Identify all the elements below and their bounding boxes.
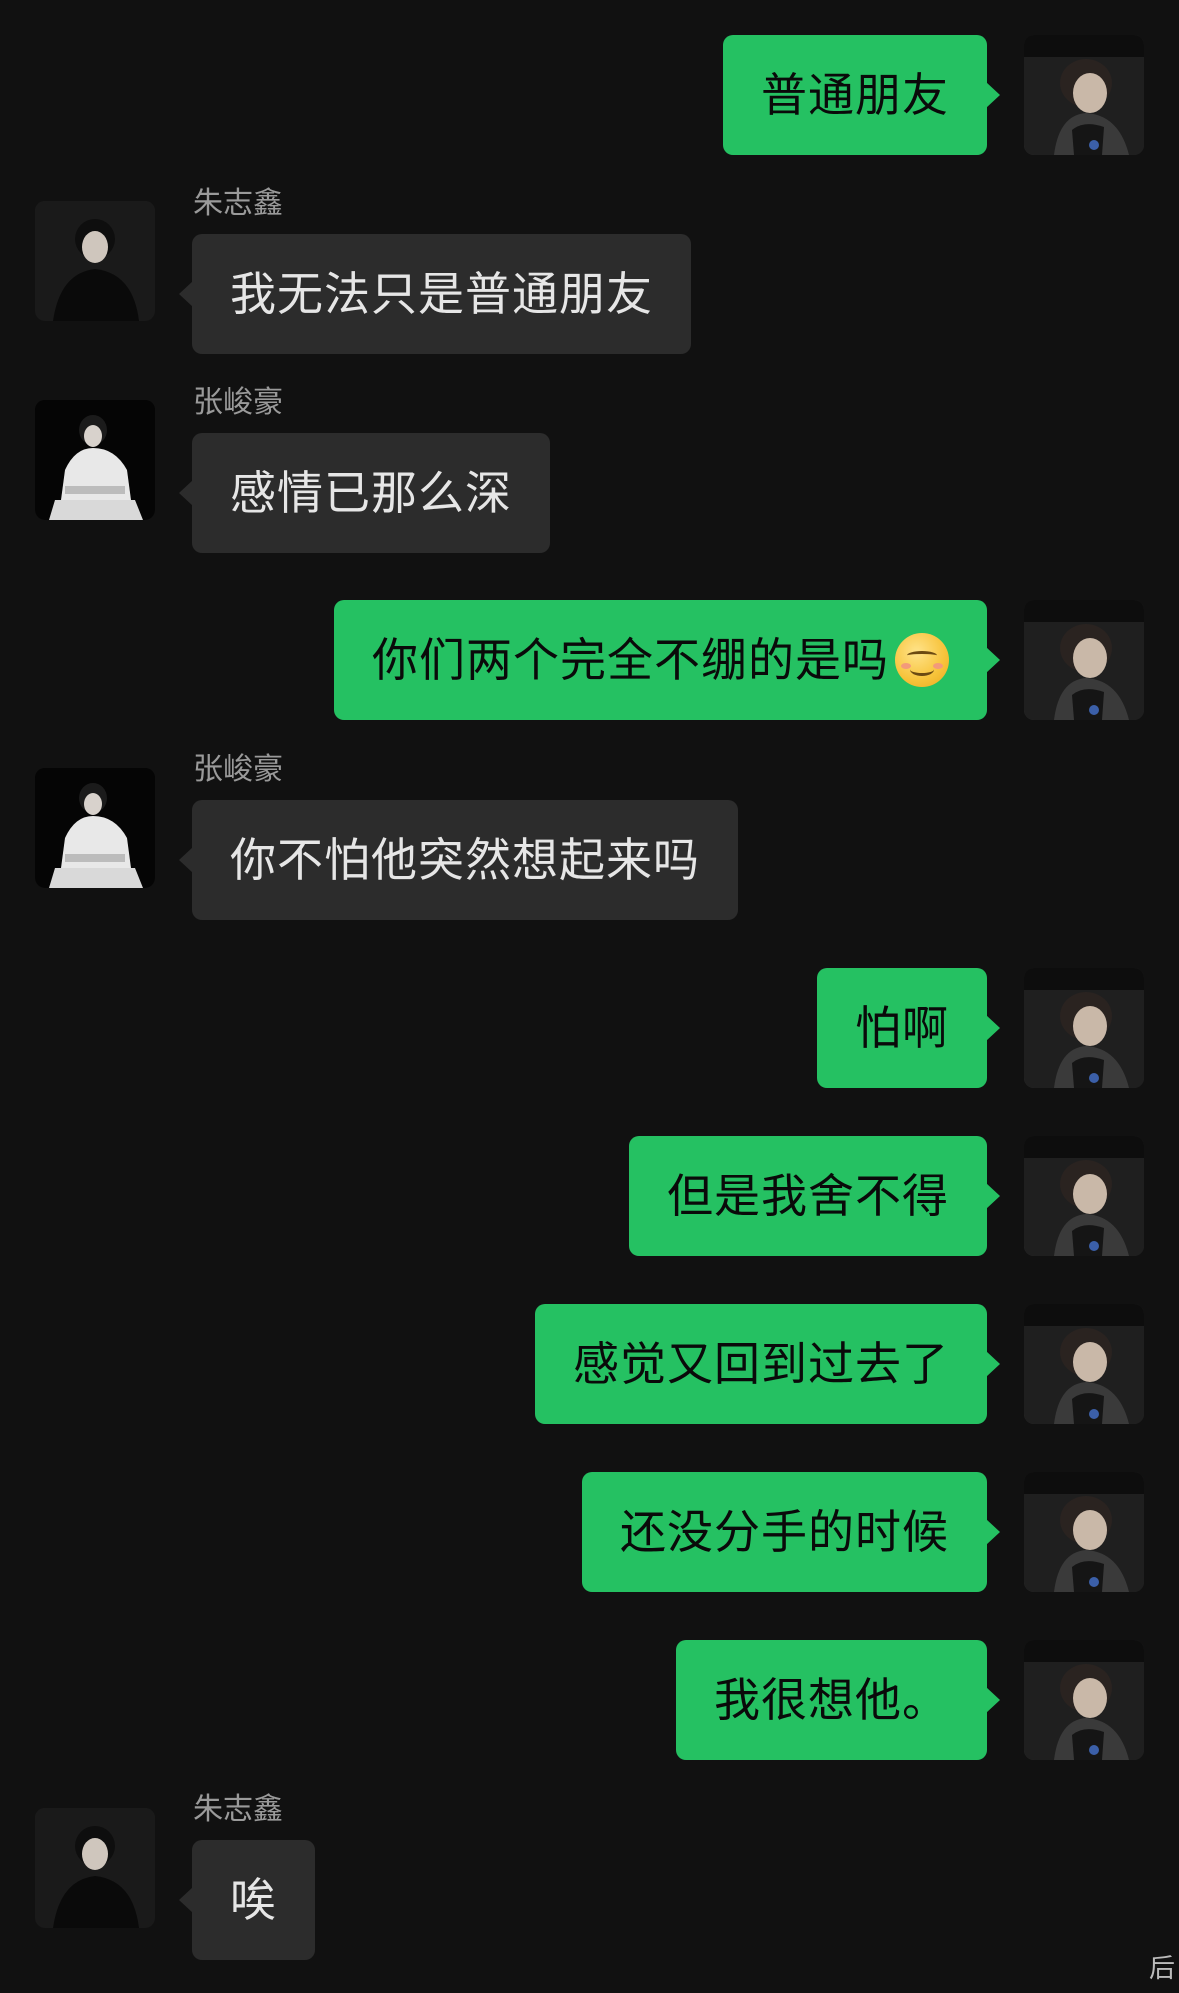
- sender-name: 张峻豪: [193, 385, 283, 420]
- contact-avatar-zhu[interactable]: [35, 1808, 155, 1928]
- avatar-boy-dark-jacket-icon: [1024, 1640, 1144, 1760]
- message-bubble-sent[interactable]: 但是我舍不得: [629, 1136, 1000, 1256]
- message-text: 普通朋友: [761, 68, 949, 122]
- message-bubble-received[interactable]: 你不怕他突然想起来吗: [179, 800, 738, 920]
- sender-name: 朱志鑫: [193, 186, 283, 221]
- message-text: 感情已那么深: [230, 466, 512, 520]
- message-text: 唉: [230, 1873, 277, 1927]
- contact-avatar-zhu[interactable]: [35, 201, 155, 321]
- message-text: 我很想他。: [714, 1673, 949, 1727]
- message-bubble-sent[interactable]: 我很想他。: [676, 1640, 1000, 1760]
- message-bubble-received[interactable]: 我无法只是普通朋友: [179, 234, 691, 354]
- my-avatar[interactable]: [1024, 1640, 1144, 1760]
- my-avatar[interactable]: [1024, 968, 1144, 1088]
- avatar-boy-dark-jacket-icon: [1024, 1472, 1144, 1592]
- chat-message-list: 普通朋友 朱志鑫 我无法只是普通朋友 张峻豪 感情已那么深 你们两个完全不绷的是…: [0, 0, 1179, 1993]
- message-bubble-sent[interactable]: 感觉又回到过去了: [535, 1304, 1000, 1424]
- message-text: 怕啊: [855, 1001, 949, 1055]
- message-bubble-sent[interactable]: 你们两个完全不绷的是吗: [334, 600, 1000, 720]
- avatar-boy-dark-jacket-icon: [1024, 968, 1144, 1088]
- my-avatar[interactable]: [1024, 1136, 1144, 1256]
- avatar-boy-black-outfit-icon: [35, 201, 155, 321]
- message-text: 但是我舍不得: [667, 1169, 949, 1223]
- message-bubble-received[interactable]: 感情已那么深: [179, 433, 550, 553]
- message-text: 你们两个完全不绷的是吗: [372, 633, 889, 687]
- my-avatar[interactable]: [1024, 600, 1144, 720]
- avatar-boy-black-outfit-icon: [35, 1808, 155, 1928]
- message-text: 你不怕他突然想起来吗: [230, 833, 700, 887]
- avatar-boy-white-outfit-sitting-icon: [35, 400, 155, 520]
- message-text: 感觉又回到过去了: [573, 1337, 949, 1391]
- smiling-face-emoji-icon: [895, 632, 949, 687]
- contact-avatar-zhang[interactable]: [35, 768, 155, 888]
- avatar-boy-dark-jacket-icon: [1024, 1304, 1144, 1424]
- avatar-boy-dark-jacket-icon: [1024, 600, 1144, 720]
- my-avatar[interactable]: [1024, 1472, 1144, 1592]
- avatar-boy-white-outfit-sitting-icon: [35, 768, 155, 888]
- message-bubble-sent[interactable]: 普通朋友: [723, 35, 1000, 155]
- sender-name: 张峻豪: [193, 752, 283, 787]
- contact-avatar-zhang[interactable]: [35, 400, 155, 520]
- message-text: 还没分手的时候: [620, 1505, 949, 1559]
- avatar-boy-dark-jacket-icon: [1024, 1136, 1144, 1256]
- message-bubble-sent[interactable]: 怕啊: [817, 968, 1000, 1088]
- avatar-boy-dark-jacket-icon: [1024, 35, 1144, 155]
- sender-name: 朱志鑫: [193, 1792, 283, 1827]
- my-avatar[interactable]: [1024, 35, 1144, 155]
- corner-mark: 后: [1148, 1954, 1175, 1984]
- my-avatar[interactable]: [1024, 1304, 1144, 1424]
- message-bubble-received[interactable]: 唉: [179, 1840, 315, 1960]
- message-text: 我无法只是普通朋友: [230, 267, 653, 321]
- message-bubble-sent[interactable]: 还没分手的时候: [582, 1472, 1000, 1592]
